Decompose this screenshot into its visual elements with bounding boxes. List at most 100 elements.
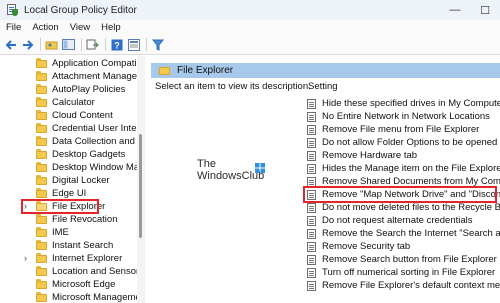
policy-setting-icon [307, 150, 316, 161]
export-list-icon[interactable] [85, 37, 100, 52]
policy-setting-icon [307, 137, 316, 148]
menu-bar: File Action View Help [0, 20, 500, 35]
maximize-button[interactable]: ☐ [470, 0, 500, 20]
toolbar-separator [146, 38, 147, 51]
filter-icon[interactable] [150, 37, 165, 52]
tree-item[interactable]: File Revocation [0, 213, 117, 226]
details-title: File Explorer [177, 65, 234, 76]
group-policy-app-icon [6, 4, 18, 16]
setting-row[interactable]: Do not request alternate credentials [307, 214, 473, 227]
windows-logo-icon [255, 163, 265, 173]
tree-item[interactable]: Microsoft Edge [0, 278, 115, 291]
tree-item[interactable]: Instant Search [0, 239, 113, 252]
tree-scrollbar-thumb[interactable] [139, 134, 142, 238]
forward-arrow-icon[interactable] [20, 37, 35, 52]
expand-chevron-icon[interactable]: › [24, 253, 27, 263]
toolbar-separator [105, 38, 106, 51]
tree-item[interactable]: Credential User Interfa [0, 122, 144, 135]
details-header: File Explorer [151, 63, 500, 78]
folder-icon [36, 57, 47, 68]
policy-setting-icon [307, 124, 316, 135]
folder-icon [36, 239, 47, 250]
folder-icon [36, 252, 47, 263]
back-arrow-icon[interactable] [3, 37, 18, 52]
tree-item[interactable]: Data Collection and Pr [0, 135, 144, 148]
tree-scrollbar[interactable] [137, 56, 145, 303]
setting-row[interactable]: Hide these specified drives in My Comput… [307, 97, 500, 110]
toolbar: ? [0, 35, 500, 55]
policy-setting-icon [307, 267, 316, 278]
menu-action[interactable]: Action [32, 22, 58, 33]
tree-item[interactable]: IME [0, 226, 69, 239]
folder-icon [36, 70, 47, 81]
show-hide-tree-icon[interactable] [61, 37, 76, 52]
tree-item[interactable]: Desktop Window Mana [0, 161, 144, 174]
tree-item[interactable]: AutoPlay Policies [0, 83, 125, 96]
setting-row[interactable]: Turn off numerical sorting in File Explo… [307, 266, 495, 279]
folder-icon [36, 226, 47, 237]
column-header-setting[interactable]: Setting [308, 81, 338, 92]
window-title: Local Group Policy Editor [24, 4, 137, 16]
setting-row[interactable]: Do not allow Folder Options to be opened… [307, 136, 500, 149]
watermark: The WindowsClub [186, 158, 276, 190]
folder-icon [36, 122, 47, 133]
policy-setting-icon [307, 98, 316, 109]
tree-item[interactable]: Calculator [0, 96, 95, 109]
folder-icon [36, 213, 47, 224]
tree-item[interactable]: Desktop Gadgets [0, 148, 125, 161]
setting-row[interactable]: Remove Hardware tab [307, 149, 417, 162]
menu-view[interactable]: View [70, 22, 90, 33]
tree-item[interactable]: › Internet Explorer [0, 252, 122, 265]
properties-icon[interactable] [126, 37, 141, 52]
setting-row[interactable]: Hides the Manage item on the File Explor… [307, 162, 500, 175]
toolbar-separator [81, 38, 82, 51]
setting-row[interactable]: No Entire Network in Network Locations [307, 110, 490, 123]
tree-item[interactable]: Digital Locker [0, 174, 110, 187]
setting-row[interactable]: Remove the Search the Internet "Search a… [307, 227, 500, 240]
setting-row[interactable]: Remove File menu from File Explorer [307, 123, 479, 136]
svg-text:?: ? [114, 40, 120, 50]
tree-item[interactable]: Cloud Content [0, 109, 113, 122]
description-text: Select an item to view its description. [155, 81, 311, 92]
policy-setting-icon [307, 111, 316, 122]
folder-icon [36, 109, 47, 120]
folder-icon [36, 135, 47, 146]
setting-row[interactable]: Remove Search button from File Explorer [307, 253, 497, 266]
description-pane: Select an item to view its description. … [151, 80, 311, 303]
folder-icon [36, 174, 47, 185]
folder-icon [36, 161, 47, 172]
menu-file[interactable]: File [6, 22, 21, 33]
menu-help[interactable]: Help [101, 22, 121, 33]
folder-icon [36, 265, 47, 276]
tree-item[interactable]: Application Compatibi [0, 57, 144, 70]
toolbar-separator [40, 38, 41, 51]
setting-row[interactable]: Remove Security tab [307, 240, 410, 253]
policy-setting-icon [307, 228, 316, 239]
help-icon[interactable]: ? [109, 37, 124, 52]
policy-setting-icon [307, 163, 316, 174]
setting-row[interactable]: Remove File Explorer's default context m… [307, 279, 500, 292]
setting-highlight-box [303, 186, 497, 203]
up-folder-icon[interactable] [44, 37, 59, 52]
tree-item[interactable]: Attachment Manager [0, 70, 140, 83]
policy-setting-icon [307, 241, 316, 252]
policy-setting-icon [307, 280, 316, 291]
tree-item[interactable]: Location and Sensors [0, 265, 144, 278]
tree-highlight-box [21, 199, 99, 214]
folder-icon [36, 148, 47, 159]
policy-setting-icon [307, 215, 316, 226]
policy-setting-icon [307, 254, 316, 265]
folder-icon [36, 278, 47, 289]
watermark-line1: The [197, 158, 216, 170]
folder-icon [36, 291, 47, 302]
folder-icon [159, 66, 170, 75]
policy-setting-icon [307, 176, 316, 187]
folder-icon [36, 83, 47, 94]
title-bar: Local Group Policy Editor — ☐ [0, 0, 500, 20]
policy-setting-icon [307, 202, 316, 213]
minimize-button[interactable]: — [440, 0, 470, 20]
policy-tree-pane[interactable]: Application Compatibi Attachment Manager… [0, 56, 145, 303]
folder-icon [36, 187, 47, 198]
tree-item[interactable]: Microsoft Managemen [0, 291, 144, 303]
folder-icon [36, 96, 47, 107]
